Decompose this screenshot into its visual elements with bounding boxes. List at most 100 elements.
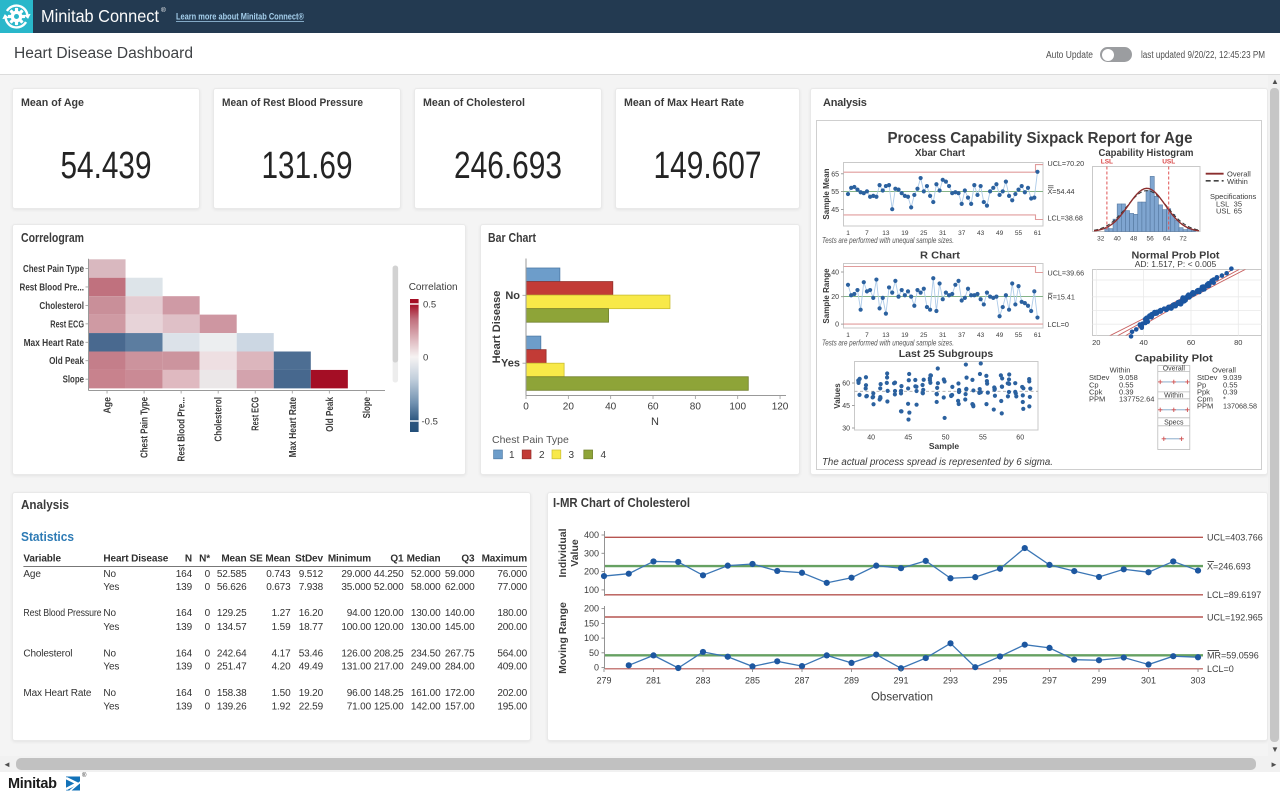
svg-text:299: 299 bbox=[1091, 676, 1106, 686]
svg-text:40: 40 bbox=[867, 435, 875, 442]
svg-text:50: 50 bbox=[589, 648, 599, 658]
svg-text:0: 0 bbox=[205, 582, 211, 593]
svg-text:Heart Disease: Heart Disease bbox=[103, 554, 168, 565]
svg-text:Heart Disease Dashboard: Heart Disease Dashboard bbox=[14, 45, 193, 62]
svg-text:60: 60 bbox=[647, 402, 659, 413]
svg-text:287: 287 bbox=[794, 676, 809, 686]
svg-text:UCL=70.20: UCL=70.20 bbox=[1048, 159, 1085, 168]
svg-text:1.59: 1.59 bbox=[272, 622, 291, 633]
svg-text:54.439: 54.439 bbox=[61, 145, 152, 187]
svg-text:400: 400 bbox=[584, 530, 599, 540]
svg-text:0: 0 bbox=[205, 688, 211, 699]
svg-text:No: No bbox=[103, 608, 116, 619]
svg-text:0: 0 bbox=[205, 569, 211, 580]
svg-text:234.50: 234.50 bbox=[411, 649, 441, 660]
svg-text:61: 61 bbox=[1034, 332, 1042, 339]
svg-text:R Chart: R Chart bbox=[920, 250, 961, 262]
svg-text:Rest Blood Pre...: Rest Blood Pre... bbox=[20, 282, 85, 293]
svg-text:Specs: Specs bbox=[1164, 419, 1184, 426]
svg-text:Old Peak: Old Peak bbox=[325, 397, 336, 432]
svg-text:Rest ECG: Rest ECG bbox=[251, 397, 262, 431]
svg-text:22.59: 22.59 bbox=[299, 701, 324, 712]
svg-text:139: 139 bbox=[176, 622, 193, 633]
svg-text:Yes: Yes bbox=[103, 701, 119, 712]
svg-text:40: 40 bbox=[605, 402, 617, 413]
svg-text:No: No bbox=[505, 290, 520, 302]
svg-text:Learn more about Minitab Conne: Learn more about Minitab Connect® bbox=[176, 12, 304, 23]
svg-text:125.00: 125.00 bbox=[374, 701, 404, 712]
svg-text:30: 30 bbox=[842, 426, 850, 433]
svg-text:40: 40 bbox=[1114, 236, 1122, 243]
svg-text:N*: N* bbox=[199, 554, 210, 565]
svg-text:0: 0 bbox=[523, 402, 529, 413]
svg-text:Yes: Yes bbox=[103, 582, 119, 593]
svg-text:Within: Within bbox=[1164, 392, 1184, 399]
svg-text:564.00: 564.00 bbox=[497, 649, 527, 660]
svg-text:1.50: 1.50 bbox=[272, 688, 291, 699]
svg-text:20: 20 bbox=[563, 402, 575, 413]
svg-text:N: N bbox=[651, 416, 659, 428]
svg-text:249.00: 249.00 bbox=[411, 661, 441, 672]
svg-text:301: 301 bbox=[1141, 676, 1156, 686]
svg-text:35.000: 35.000 bbox=[341, 582, 371, 593]
svg-text:0: 0 bbox=[205, 622, 211, 633]
svg-text:293: 293 bbox=[943, 676, 958, 686]
svg-text:20: 20 bbox=[1092, 338, 1100, 347]
svg-text:The actual process spread is r: The actual process spread is represented… bbox=[822, 457, 1053, 468]
svg-text:Max Heart Rate: Max Heart Rate bbox=[24, 338, 85, 349]
svg-text:0.743: 0.743 bbox=[266, 569, 291, 580]
svg-text:Rest Blood Pre...: Rest Blood Pre... bbox=[177, 397, 188, 462]
svg-text:0.673: 0.673 bbox=[266, 582, 291, 593]
svg-text:Value: Value bbox=[569, 539, 581, 567]
svg-text:145.00: 145.00 bbox=[445, 622, 475, 633]
svg-text:Slope: Slope bbox=[63, 375, 85, 386]
svg-text:242.64: 242.64 bbox=[217, 649, 247, 660]
svg-text:100: 100 bbox=[584, 633, 599, 643]
svg-text:100: 100 bbox=[729, 402, 746, 413]
svg-text:4: 4 bbox=[601, 450, 607, 461]
svg-text:52.000: 52.000 bbox=[411, 569, 441, 580]
svg-text:283: 283 bbox=[695, 676, 710, 686]
svg-text:3: 3 bbox=[569, 450, 575, 461]
svg-text:96.00: 96.00 bbox=[347, 688, 372, 699]
svg-text:52.585: 52.585 bbox=[217, 569, 247, 580]
svg-text:®: ® bbox=[161, 6, 166, 14]
svg-text:Old Peak: Old Peak bbox=[49, 356, 84, 367]
svg-text:LSL: LSL bbox=[1101, 159, 1113, 166]
svg-text:USL: USL bbox=[1216, 207, 1231, 216]
svg-text:0: 0 bbox=[423, 353, 428, 364]
svg-text:56.626: 56.626 bbox=[217, 582, 247, 593]
svg-text:Variable: Variable bbox=[23, 554, 61, 565]
svg-text:Yes: Yes bbox=[103, 622, 119, 633]
svg-text:100.00: 100.00 bbox=[341, 622, 371, 633]
svg-text:44.250: 44.250 bbox=[374, 569, 404, 580]
svg-text:X=54.44: X=54.44 bbox=[1048, 187, 1075, 196]
svg-text:UCL=39.66: UCL=39.66 bbox=[1048, 269, 1085, 278]
svg-text:Mean: Mean bbox=[221, 554, 246, 565]
svg-text:285: 285 bbox=[745, 676, 760, 686]
svg-text:137068.58: 137068.58 bbox=[1223, 402, 1257, 411]
svg-text:SE Mean: SE Mean bbox=[250, 554, 291, 565]
svg-text:I-MR Chart of Cholesterol: I-MR Chart of Cholesterol bbox=[553, 495, 690, 510]
svg-text:61: 61 bbox=[1034, 230, 1042, 237]
svg-text:37: 37 bbox=[958, 230, 966, 237]
svg-text:Statistics: Statistics bbox=[21, 529, 74, 544]
svg-text:281: 281 bbox=[646, 676, 661, 686]
svg-text:Moving Range: Moving Range bbox=[557, 602, 569, 674]
svg-text:Rest ECG: Rest ECG bbox=[50, 319, 84, 330]
svg-text:0: 0 bbox=[835, 322, 839, 329]
svg-text:64: 64 bbox=[1163, 236, 1171, 243]
svg-text:139.26: 139.26 bbox=[217, 701, 247, 712]
svg-text:80: 80 bbox=[1234, 338, 1242, 347]
svg-text:Correlation: Correlation bbox=[409, 282, 458, 293]
svg-text:0: 0 bbox=[205, 661, 211, 672]
svg-text:Chest Pain Type: Chest Pain Type bbox=[492, 434, 569, 446]
svg-text:59.000: 59.000 bbox=[445, 569, 475, 580]
svg-text:Values: Values bbox=[833, 383, 842, 409]
svg-text:164: 164 bbox=[176, 649, 193, 660]
svg-text:9.512: 9.512 bbox=[299, 569, 324, 580]
svg-text:137752.64: 137752.64 bbox=[1119, 395, 1154, 404]
svg-text:N: N bbox=[185, 554, 192, 565]
svg-text:246.693: 246.693 bbox=[454, 145, 562, 187]
svg-text:71.00: 71.00 bbox=[347, 701, 372, 712]
